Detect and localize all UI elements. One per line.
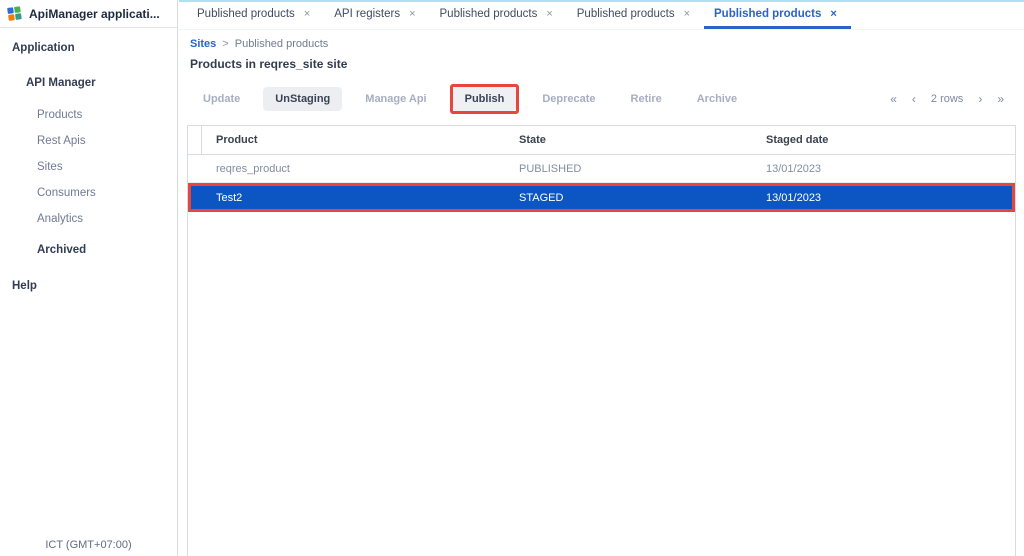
sidebar-item-products[interactable]: Products: [0, 109, 177, 122]
sidebar-item-analytics[interactable]: Analytics: [0, 213, 177, 226]
publish-button[interactable]: Publish: [452, 87, 517, 111]
pagination: « ‹ 2 rows › »: [890, 92, 1014, 106]
tab-close-icon[interactable]: ×: [409, 8, 415, 20]
sidebar-header: ApiManager applicati...: [0, 0, 177, 28]
table-row-test2-selected[interactable]: Test2 STAGED 13/01/2023: [188, 183, 1015, 212]
cell-state: STAGED: [519, 191, 564, 204]
main-area: Published products × API registers × Pub…: [179, 0, 1024, 556]
page-title: Products in reqres_site site: [190, 57, 348, 71]
cell-product: reqres_product: [216, 162, 290, 175]
sidebar-item-rest-apis[interactable]: Rest Apis: [0, 135, 177, 148]
breadcrumb-current: Published products: [234, 38, 329, 50]
table-header-row: Product State Staged date: [188, 126, 1015, 155]
unstaging-button[interactable]: UnStaging: [263, 87, 343, 111]
content-panel: Sites > Published products Products in r…: [179, 30, 1024, 556]
table-empty-area: [188, 212, 1015, 556]
timezone-label: ICT (GMT+07:00): [45, 539, 132, 551]
archive-button[interactable]: Archive: [685, 87, 749, 111]
cell-product: Test2: [216, 191, 243, 204]
column-header-staged-date[interactable]: Staged date: [766, 134, 1015, 146]
sidebar-item-sites[interactable]: Sites: [0, 161, 177, 174]
gutter-cell: [191, 186, 202, 209]
pagination-first-icon[interactable]: «: [890, 92, 897, 106]
tab-label: Published products: [439, 8, 538, 20]
tab-label: Published products: [576, 8, 675, 20]
breadcrumb-separator: >: [222, 38, 229, 50]
publish-annotation-box: Publish: [449, 84, 520, 114]
tab-label: Published products: [197, 8, 295, 20]
sidebar-item-api-manager[interactable]: API Manager: [0, 77, 177, 90]
tab-close-icon[interactable]: ×: [304, 8, 310, 20]
sidebar-item-archived[interactable]: Archived: [0, 244, 177, 257]
tab-published-products-2[interactable]: Published products ×: [430, 2, 567, 29]
products-table: Product State Staged date reqres_product…: [187, 125, 1016, 556]
retire-button[interactable]: Retire: [619, 87, 674, 111]
tab-published-products-3[interactable]: Published products ×: [567, 2, 704, 29]
app-title: ApiManager applicati...: [29, 6, 160, 21]
sidebar-item-consumers[interactable]: Consumers: [0, 187, 177, 200]
sidebar-item-help[interactable]: Help: [0, 280, 177, 293]
cell-state: PUBLISHED: [519, 162, 582, 175]
tab-published-products-active[interactable]: Published products ×: [704, 2, 851, 29]
pagination-rows-label: 2 rows: [930, 93, 964, 105]
table-row-reqres-product[interactable]: reqres_product PUBLISHED 13/01/2023: [188, 155, 1015, 183]
gutter-cell: [188, 155, 202, 182]
tab-bar: Published products × API registers × Pub…: [179, 0, 1024, 30]
gutter-column: [188, 126, 202, 154]
cell-staged-date: 13/01/2023: [766, 162, 822, 175]
cell-staged-date: 13/01/2023: [766, 191, 822, 204]
tab-close-icon[interactable]: ×: [830, 8, 836, 20]
tab-published-products-1[interactable]: Published products ×: [187, 2, 324, 29]
toolbar: Update UnStaging Manage Api Publish Depr…: [187, 84, 1016, 114]
manage-api-button[interactable]: Manage Api: [353, 87, 438, 111]
update-button[interactable]: Update: [191, 87, 252, 111]
pagination-next-icon[interactable]: ›: [978, 92, 982, 106]
breadcrumb: Sites > Published products: [187, 38, 1016, 50]
pagination-last-icon[interactable]: »: [997, 92, 1004, 106]
sidebar-nav: Application API Manager Products Rest Ap…: [0, 28, 177, 293]
pagination-prev-icon[interactable]: ‹: [912, 92, 916, 106]
tab-close-icon[interactable]: ×: [546, 8, 552, 20]
tab-label: Published products: [714, 8, 822, 20]
tab-api-registers[interactable]: API registers ×: [324, 2, 429, 29]
column-header-state[interactable]: State: [519, 134, 766, 146]
sidebar: ApiManager applicati... Application API …: [0, 0, 178, 556]
breadcrumb-sites-link[interactable]: Sites: [190, 38, 216, 50]
app-logo-icon: [7, 5, 23, 22]
column-header-product[interactable]: Product: [202, 134, 519, 146]
sidebar-item-application[interactable]: Application: [0, 42, 177, 55]
deprecate-button[interactable]: Deprecate: [530, 87, 607, 111]
tab-label: API registers: [334, 8, 401, 20]
tab-close-icon[interactable]: ×: [684, 8, 690, 20]
app-window: ApiManager applicati... Application API …: [0, 0, 1024, 556]
